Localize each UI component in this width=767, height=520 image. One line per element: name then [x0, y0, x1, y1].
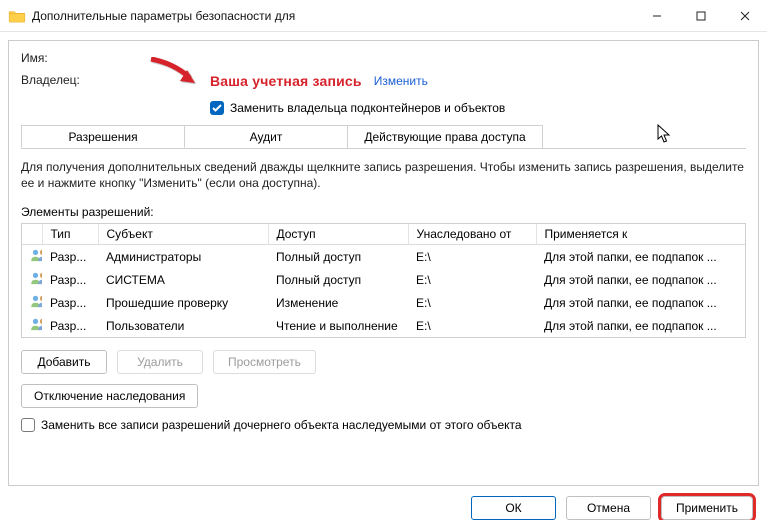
window-controls [635, 0, 767, 31]
cell-type: Разр... [42, 314, 98, 337]
table-row[interactable]: Разр...Прошедшие проверкуИзменениеE:\Для… [22, 291, 745, 314]
table-row[interactable]: Разр...АдминистраторыПолный доступE:\Для… [22, 245, 745, 269]
cell-type: Разр... [42, 291, 98, 314]
cell-applies: Для этой папки, ее подпапок ... [536, 314, 745, 337]
name-label: Имя: [21, 51, 186, 65]
table-row[interactable]: Разр...ПользователиЧтение и выполнениеE:… [22, 314, 745, 337]
minimize-button[interactable] [635, 0, 679, 31]
col-type[interactable]: Тип [42, 224, 98, 245]
window-title: Дополнительные параметры безопасности дл… [32, 9, 635, 23]
cell-inherited: E:\ [408, 291, 536, 314]
checkbox-empty-icon[interactable] [21, 418, 35, 432]
ok-button[interactable]: ОК [471, 496, 556, 520]
cell-access: Изменение [268, 291, 408, 314]
cell-applies: Для этой папки, ее подпапок ... [536, 291, 745, 314]
owner-value: Ваша учетная запись [210, 73, 362, 89]
disable-inheritance-button[interactable]: Отключение наследования [21, 384, 198, 408]
users-icon [22, 314, 42, 337]
col-icon[interactable] [22, 224, 42, 245]
cell-applies: Для этой папки, ее подпапок ... [536, 245, 745, 269]
table-header-row: Тип Субъект Доступ Унаследовано от Приме… [22, 224, 745, 245]
replace-owner-label: Заменить владельца подконтейнеров и объе… [230, 101, 505, 115]
cell-access: Полный доступ [268, 245, 408, 269]
cell-access: Чтение и выполнение [268, 314, 408, 337]
cell-subject: Прошедшие проверку [98, 291, 268, 314]
cell-type: Разр... [42, 268, 98, 291]
col-applies[interactable]: Применяется к [536, 224, 745, 245]
change-owner-link[interactable]: Изменить [374, 74, 428, 88]
users-icon [22, 291, 42, 314]
table-row[interactable]: Разр...СИСТЕМАПолный доступE:\Для этой п… [22, 268, 745, 291]
cell-subject: Пользователи [98, 314, 268, 337]
cancel-button[interactable]: Отмена [566, 496, 651, 520]
cell-type: Разр... [42, 245, 98, 269]
entry-buttons-row: Добавить Удалить Просмотреть [21, 350, 746, 374]
name-row: Имя: [21, 51, 746, 65]
cell-subject: Администраторы [98, 245, 268, 269]
add-button[interactable]: Добавить [21, 350, 107, 374]
cursor-icon [657, 124, 673, 144]
maximize-button[interactable] [679, 0, 723, 31]
help-text: Для получения дополнительных сведений дв… [21, 159, 746, 191]
replace-all-label: Заменить все записи разрешений дочернего… [41, 418, 522, 432]
view-button[interactable]: Просмотреть [213, 350, 316, 374]
col-inherited[interactable]: Унаследовано от [408, 224, 536, 245]
replace-all-row[interactable]: Заменить все записи разрешений дочернего… [21, 418, 746, 432]
owner-row: Владелец: Ваша учетная запись Изменить [21, 73, 746, 89]
tab-bar: Разрешения Аудит Действующие права досту… [21, 125, 746, 149]
col-access[interactable]: Доступ [268, 224, 408, 245]
owner-label: Владелец: [21, 73, 186, 87]
replace-owner-row[interactable]: Заменить владельца подконтейнеров и объе… [210, 101, 746, 115]
cell-inherited: E:\ [408, 314, 536, 337]
tab-audit[interactable]: Аудит [184, 125, 348, 148]
cell-applies: Для этой папки, ее подпапок ... [536, 268, 745, 291]
permission-entries-label: Элементы разрешений: [21, 205, 746, 219]
checkbox-checked-icon[interactable] [210, 101, 224, 115]
tab-effective-access[interactable]: Действующие права доступа [347, 125, 543, 148]
main-panel: Имя: Владелец: Ваша учетная запись Измен… [8, 40, 759, 486]
cell-inherited: E:\ [408, 245, 536, 269]
title-bar: Дополнительные параметры безопасности дл… [0, 0, 767, 32]
cell-access: Полный доступ [268, 268, 408, 291]
users-icon [22, 245, 42, 269]
apply-button[interactable]: Применить [661, 496, 753, 520]
dialog-buttons: ОК Отмена Применить [8, 486, 759, 520]
col-subject[interactable]: Субъект [98, 224, 268, 245]
folder-icon [8, 9, 26, 23]
close-button[interactable] [723, 0, 767, 31]
cell-inherited: E:\ [408, 268, 536, 291]
cell-subject: СИСТЕМА [98, 268, 268, 291]
permissions-table[interactable]: Тип Субъект Доступ Унаследовано от Приме… [21, 223, 746, 338]
users-icon [22, 268, 42, 291]
remove-button[interactable]: Удалить [117, 350, 203, 374]
tab-permissions[interactable]: Разрешения [21, 125, 185, 148]
